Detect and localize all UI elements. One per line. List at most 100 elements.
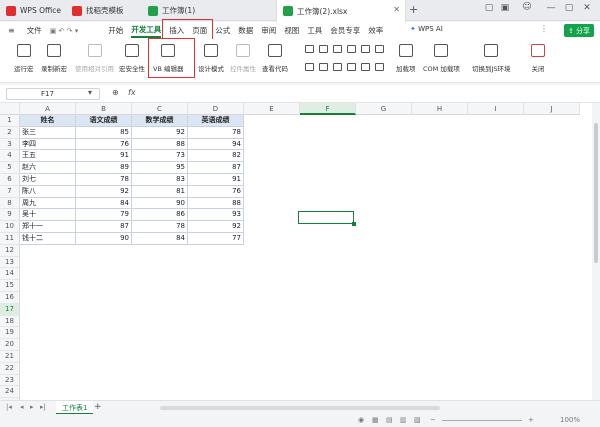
table-cell[interactable]: 陈八 <box>20 185 76 198</box>
scrollbar-control-icon[interactable] <box>347 63 356 71</box>
row-header[interactable]: 19 <box>0 327 20 340</box>
design-mode-button[interactable]: 设计模式 <box>198 44 224 73</box>
table-cell[interactable]: 李四 <box>20 138 76 151</box>
row-header[interactable]: 20 <box>0 339 20 351</box>
menu-view[interactable]: 视图 <box>284 25 299 36</box>
new-tab-icon[interactable]: + <box>409 3 418 16</box>
horizontal-scrollbar[interactable] <box>160 406 440 410</box>
table-cell[interactable]: 赵六 <box>20 162 76 174</box>
addins-button[interactable]: 加载项 <box>396 44 416 73</box>
grid-view-icon[interactable]: ▣ <box>498 3 512 13</box>
row-header[interactable]: 1 <box>0 115 20 127</box>
column-header-d[interactable]: D <box>188 103 244 115</box>
last-sheet-icon[interactable]: ▸| <box>40 403 46 411</box>
table-cell[interactable]: 郑十一 <box>20 221 76 233</box>
row-header[interactable]: 3 <box>0 138 20 151</box>
minimize-icon[interactable]: — <box>544 3 558 13</box>
zoom-out-icon[interactable]: − <box>430 416 436 424</box>
table-cell[interactable]: 周九 <box>20 197 76 210</box>
row-header[interactable]: 5 <box>0 162 20 174</box>
menu-efficiency[interactable]: 效率 <box>368 25 383 36</box>
row-header[interactable]: 18 <box>0 315 20 328</box>
table-header-cell[interactable]: 语文成绩 <box>76 115 132 127</box>
table-header-cell[interactable]: 数学成绩 <box>132 115 188 127</box>
table-header-cell[interactable]: 姓名 <box>20 115 76 127</box>
table-cell[interactable]: 91 <box>76 150 132 163</box>
table-cell[interactable]: 78 <box>188 126 244 139</box>
table-cell[interactable]: 79 <box>76 209 132 222</box>
table-cell[interactable]: 90 <box>132 197 188 210</box>
table-cell[interactable]: 78 <box>132 221 188 233</box>
combobox-control-icon[interactable] <box>333 45 342 53</box>
tab-workbook-1[interactable]: 工作簿(1) <box>142 0 272 21</box>
column-header-b[interactable]: B <box>76 103 132 115</box>
fx-icon[interactable]: fx <box>128 88 136 97</box>
tab-templates[interactable]: 找稻壳模板 <box>66 0 140 21</box>
zoom-icon[interactable]: ⊕ <box>112 88 119 97</box>
row-header[interactable]: 8 <box>0 197 20 210</box>
column-header-j[interactable]: J <box>524 103 580 115</box>
page-break-icon[interactable]: ▥ <box>400 416 407 424</box>
switch-js-button[interactable]: 切换到JS环境 <box>472 44 511 73</box>
sheet-tab-active[interactable]: 工作表1 <box>56 401 94 415</box>
table-cell[interactable]: 84 <box>132 233 188 245</box>
row-header[interactable]: 12 <box>0 244 20 257</box>
formula-input[interactable] <box>145 89 585 99</box>
view-code-button[interactable]: 查看代码 <box>262 44 288 73</box>
radio-control-icon[interactable] <box>319 45 328 53</box>
quick-access-icons[interactable]: ▣ ↶ ↷ ▾ <box>50 27 79 35</box>
select-all-corner[interactable] <box>0 103 20 115</box>
hamburger-menu-icon[interactable]: ≡ <box>8 26 15 35</box>
table-header-cell[interactable]: 英语成绩 <box>188 115 244 127</box>
zoom-slider[interactable] <box>442 420 522 421</box>
close-window-icon[interactable]: ✕ <box>580 3 594 13</box>
button-control-icon[interactable] <box>361 45 370 53</box>
next-sheet-icon[interactable]: ▸ <box>30 403 34 411</box>
table-cell[interactable]: 86 <box>132 209 188 222</box>
tab-workbook-2[interactable]: 工作簿(2).xlsx ✕ <box>276 0 406 22</box>
vertical-scrollbar[interactable] <box>592 103 600 400</box>
row-header[interactable]: 6 <box>0 174 20 186</box>
image-control-icon[interactable] <box>375 45 384 53</box>
row-header[interactable]: 16 <box>0 292 20 304</box>
row-header[interactable]: 23 <box>0 374 20 387</box>
row-header[interactable]: 2 <box>0 126 20 139</box>
table-cell[interactable]: 85 <box>76 126 132 139</box>
com-addins-button[interactable]: COM 加载项 <box>423 44 460 73</box>
close-ribbon-button[interactable]: 关闭 <box>531 44 545 73</box>
column-header-f[interactable]: F <box>300 103 356 115</box>
table-cell[interactable]: 钱十二 <box>20 233 76 245</box>
table-cell[interactable]: 76 <box>76 138 132 151</box>
row-header[interactable]: 10 <box>0 221 20 233</box>
menu-data[interactable]: 数据 <box>238 25 253 36</box>
tab-wps-office[interactable]: WPS Office <box>0 0 62 21</box>
table-cell[interactable]: 88 <box>132 138 188 151</box>
selected-cell[interactable] <box>298 211 356 226</box>
menu-developer[interactable]: 开发工具 <box>131 24 162 38</box>
spin-control-icon[interactable] <box>333 63 342 71</box>
table-cell[interactable]: 92 <box>132 126 188 139</box>
page-layout-icon[interactable]: ▤ <box>386 416 393 424</box>
zoom-level[interactable]: 100% <box>560 416 580 424</box>
column-header-c[interactable]: C <box>132 103 188 115</box>
relative-ref-button[interactable]: 使用相对引用 <box>75 44 114 73</box>
listbox-control-icon[interactable] <box>347 45 356 53</box>
table-cell[interactable]: 刘七 <box>20 174 76 186</box>
table-cell[interactable]: 83 <box>132 174 188 186</box>
menu-file[interactable]: 文件 <box>27 25 42 36</box>
table-cell[interactable]: 95 <box>132 162 188 174</box>
label-control-icon[interactable] <box>305 63 314 71</box>
menu-member[interactable]: 会员专享 <box>330 25 360 36</box>
column-header-h[interactable]: H <box>412 103 468 115</box>
table-cell[interactable]: 吴十 <box>20 209 76 222</box>
close-tab-icon[interactable]: ✕ <box>393 5 400 14</box>
table-cell[interactable]: 93 <box>188 209 244 222</box>
table-cell[interactable]: 张三 <box>20 126 76 139</box>
row-header[interactable]: 17 <box>0 303 20 316</box>
table-cell[interactable]: 84 <box>76 197 132 210</box>
table-cell[interactable]: 78 <box>76 174 132 186</box>
row-header[interactable]: 21 <box>0 351 20 363</box>
sheet-grid[interactable]: ABCDEFGHIJ 1 2 3 4 5 6 7 8 9 10 11 12 13 14 15 16 17 18 19… <box>0 103 592 400</box>
more-icon[interactable]: ⋮ <box>540 24 548 33</box>
textbox-control-icon[interactable] <box>319 63 328 71</box>
